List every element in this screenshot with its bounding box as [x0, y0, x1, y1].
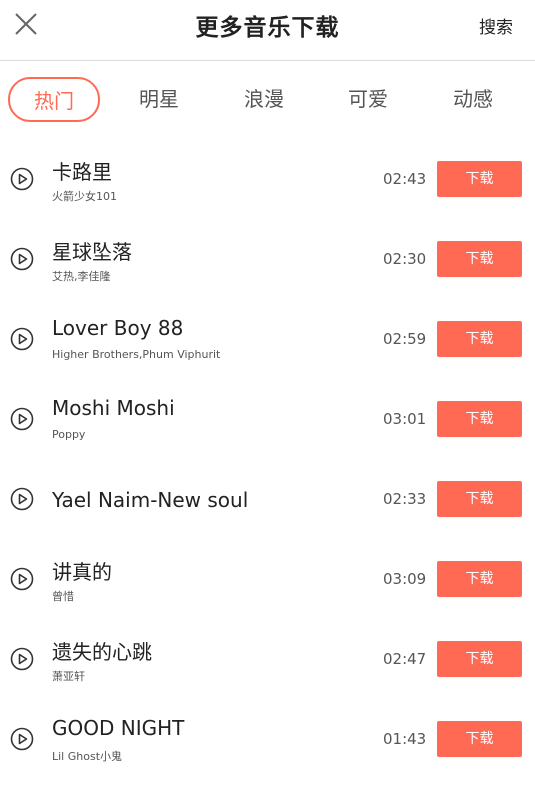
song-title: Yael Naim-New soul	[52, 488, 249, 512]
song-duration: 02:59	[383, 330, 427, 348]
song-row[interactable]: 遗失的心跳 萧亚轩 02:47 下载	[0, 620, 535, 700]
download-button[interactable]: 下载	[437, 561, 522, 597]
page-title: 更多音乐下载	[195, 15, 340, 41]
song-row[interactable]: GOOD NIGHT Lil Ghost小鬼 01:43 下载	[0, 700, 535, 780]
song-duration: 03:01	[383, 410, 427, 428]
song-row[interactable]: 卡路里 火箭少女101 02:43 下载	[0, 140, 535, 220]
song-artist: Lil Ghost小鬼	[52, 750, 123, 763]
song-title: GOOD NIGHT	[52, 716, 185, 740]
song-row[interactable]: Moshi Moshi Poppy 03:01 下载	[0, 380, 535, 460]
play-circle-icon[interactable]	[10, 327, 34, 351]
song-row[interactable]: Lover Boy 88 Higher Brothers,Phum Viphur…	[0, 300, 535, 380]
download-button[interactable]: 下载	[437, 241, 522, 277]
tab-hot[interactable]: 热门	[8, 77, 100, 122]
play-circle-icon[interactable]	[10, 727, 34, 751]
song-artist: 曾惜	[52, 590, 74, 603]
top-bar: 更多音乐下载 搜索	[0, 0, 535, 61]
song-row[interactable]: 星球坠落 艾热,李佳隆 02:30 下载	[0, 220, 535, 300]
category-tabs: 热门 明星 浪漫 可爱 动感	[0, 77, 535, 125]
song-duration: 02:47	[383, 650, 427, 668]
download-button[interactable]: 下载	[437, 481, 522, 517]
download-button[interactable]: 下载	[437, 641, 522, 677]
song-title: Moshi Moshi	[52, 396, 175, 420]
song-title: 遗失的心跳	[52, 640, 152, 664]
song-artist: Poppy	[52, 428, 86, 441]
play-circle-icon[interactable]	[10, 247, 34, 271]
song-duration: 02:43	[383, 170, 427, 188]
download-button[interactable]: 下载	[437, 721, 522, 757]
download-button[interactable]: 下载	[437, 161, 522, 197]
tab-dynamic[interactable]: 动感	[431, 77, 515, 122]
song-duration: 01:43	[383, 730, 427, 748]
song-artist: 艾热,李佳隆	[52, 270, 111, 283]
tab-romantic[interactable]: 浪漫	[222, 77, 306, 122]
song-artist: Higher Brothers,Phum Viphurit	[52, 348, 221, 361]
search-button[interactable]: 搜索	[479, 13, 513, 38]
download-button[interactable]: 下载	[437, 321, 522, 357]
song-title: 卡路里	[52, 160, 112, 184]
song-row[interactable]: Yael Naim-New soul 02:33 下载	[0, 460, 535, 540]
play-circle-icon[interactable]	[10, 567, 34, 591]
tab-cute[interactable]: 可爱	[326, 77, 410, 122]
download-button[interactable]: 下载	[437, 401, 522, 437]
song-title: 星球坠落	[52, 240, 132, 264]
play-circle-icon[interactable]	[10, 487, 34, 511]
play-circle-icon[interactable]	[10, 167, 34, 191]
song-duration: 02:30	[383, 250, 427, 268]
song-artist: 萧亚轩	[52, 670, 85, 683]
song-artist: 火箭少女101	[52, 190, 117, 203]
song-duration: 02:33	[383, 490, 427, 508]
song-duration: 03:09	[383, 570, 427, 588]
play-circle-icon[interactable]	[10, 407, 34, 431]
play-circle-icon[interactable]	[10, 647, 34, 671]
tab-stars[interactable]: 明星	[117, 77, 201, 122]
song-row[interactable]: 讲真的 曾惜 03:09 下载	[0, 540, 535, 620]
song-title: 讲真的	[52, 560, 112, 584]
song-title: Lover Boy 88	[52, 316, 184, 340]
